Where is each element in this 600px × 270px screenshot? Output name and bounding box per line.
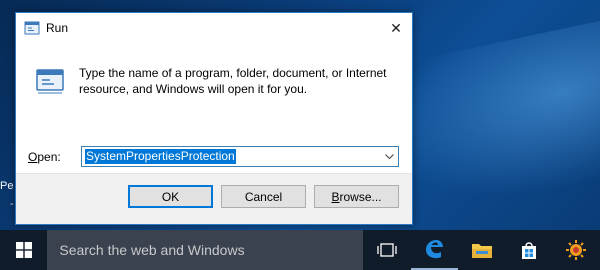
dialog-content: Type the name of a program, folder, docu…	[16, 43, 412, 193]
store-icon	[521, 242, 536, 259]
search-placeholder: Search the web and Windows	[59, 242, 245, 258]
store-button[interactable]	[505, 230, 552, 270]
desktop-icon-label-secondary: -	[10, 198, 14, 210]
file-explorer-button[interactable]	[458, 230, 505, 270]
ok-button[interactable]: OK	[128, 185, 213, 208]
browse-accelerator: B	[331, 189, 340, 204]
run-icon	[24, 21, 40, 35]
open-label: Open:	[28, 150, 61, 164]
run-dialog: Run ✕ Type the name of a program, folder…	[15, 12, 413, 225]
task-view-button[interactable]	[363, 230, 410, 270]
windows-start-icon	[15, 242, 32, 258]
desktop-icon-label[interactable]: Pe	[0, 180, 13, 192]
photos-icon	[566, 240, 587, 260]
run-large-icon	[36, 69, 64, 94]
dropdown-arrow[interactable]	[380, 147, 398, 166]
cancel-button[interactable]: Cancel	[221, 185, 306, 208]
edge-button[interactable]	[410, 230, 458, 270]
file-explorer-icon	[471, 244, 492, 258]
search-box[interactable]: Search the web and Windows	[47, 230, 364, 270]
taskbar: Search the web and Windows	[0, 230, 600, 270]
start-button[interactable]	[0, 230, 47, 270]
task-view-icon	[377, 243, 397, 257]
open-label-text: pen:	[37, 150, 61, 164]
photos-button[interactable]	[553, 230, 600, 270]
dialog-title: Run	[46, 21, 69, 35]
edge-icon	[426, 240, 444, 259]
chevron-down-icon	[384, 153, 394, 159]
open-label-accelerator: O	[28, 150, 38, 164]
title-bar[interactable]: Run ✕	[16, 13, 412, 43]
open-input[interactable]: SystemPropertiesProtection	[85, 149, 236, 164]
browse-button[interactable]: Browse...	[314, 185, 399, 208]
browse-label: rowse...	[339, 189, 382, 204]
wallpaper-light-beam	[380, 12, 600, 228]
close-icon: ✕	[390, 19, 402, 36]
open-combobox[interactable]: SystemPropertiesProtection	[81, 146, 399, 167]
close-button[interactable]: ✕	[380, 13, 412, 43]
dialog-description: Type the name of a program, folder, docu…	[79, 66, 387, 96]
dialog-footer: OK Cancel Browse...	[16, 173, 412, 224]
